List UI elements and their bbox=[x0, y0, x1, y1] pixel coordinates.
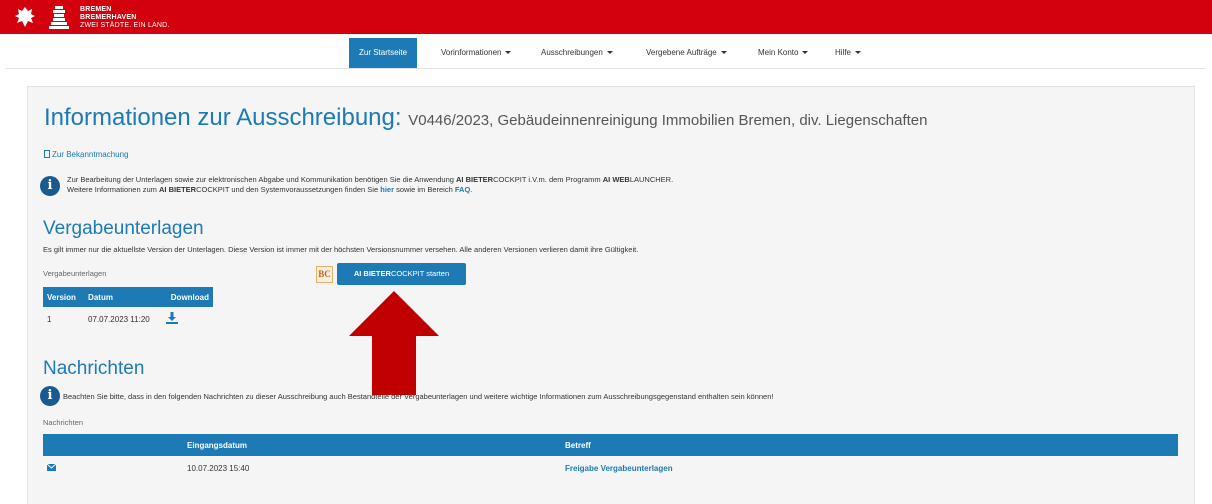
info-line-1-d: AI WEB bbox=[602, 175, 630, 184]
download-icon[interactable] bbox=[165, 312, 178, 324]
info-line-1-a: Zur Bearbeitung der Unterlagen sowie zur… bbox=[67, 175, 457, 184]
bekanntmachung-link-label: Zur Bekanntmachung bbox=[52, 150, 129, 159]
col-icon bbox=[43, 434, 183, 456]
page-title-main: Informationen zur Ausschreibung: bbox=[44, 104, 402, 131]
info-line-2-a: Weitere Informationen zum bbox=[67, 185, 159, 194]
info-line-1-b: AI BIETER bbox=[456, 175, 494, 184]
nachrichten-table-caption: Nachrichten bbox=[43, 418, 84, 427]
chevron-down-icon bbox=[802, 51, 809, 55]
brand-tagline: ZWEI STÄDTE. EIN LAND. bbox=[80, 22, 170, 29]
info-line-1: Zur Bearbeitung der Unterlagen sowie zur… bbox=[67, 175, 673, 185]
nav-divider bbox=[6, 68, 1206, 69]
chevron-down-icon bbox=[505, 51, 512, 55]
info-line-2-e: . bbox=[470, 185, 473, 194]
nachrichten-table-header: Eingangsdatum Betreff bbox=[43, 434, 1178, 456]
chevron-down-icon bbox=[720, 51, 727, 55]
vergabe-table-header: Version Datum Download bbox=[43, 287, 213, 307]
vergabe-table-caption: Vergabeunterlagen bbox=[43, 269, 107, 278]
page-title-subtitle: V0446/2023, Gebäudeinnenreinigung Immobi… bbox=[408, 112, 928, 129]
cell-betreff: Freigabe Vergabeunterlagen bbox=[561, 456, 1178, 480]
chevron-down-icon bbox=[855, 51, 862, 55]
start-button-prefix: AI BIETER bbox=[353, 269, 391, 278]
bieter-cockpit-logo: BC bbox=[316, 266, 333, 283]
cell-download bbox=[162, 307, 213, 331]
start-button-suffix: COCKPIT starten bbox=[390, 269, 450, 278]
info-line-1-e: LAUNCHER. bbox=[629, 175, 674, 184]
main-navigation: Zur Startseite Vorinformationen Ausschre… bbox=[0, 34, 1212, 68]
nav-hilfe-label: Hilfe bbox=[835, 48, 852, 57]
cell-version: 1 bbox=[47, 314, 52, 324]
nav-vergebene-auftraege[interactable]: Vergebene Aufträge bbox=[646, 39, 727, 67]
faq-link[interactable]: FAQ bbox=[455, 185, 470, 194]
nav-vorinformationen-label: Vorinformationen bbox=[441, 48, 502, 57]
hier-link[interactable]: hier bbox=[380, 185, 394, 194]
info-line-2-b: AI BIETER bbox=[159, 185, 197, 194]
envelope-icon bbox=[46, 463, 57, 471]
page-title: Informationen zur Ausschreibung: V0446/2… bbox=[44, 104, 927, 132]
table-row[interactable]: 10.07.2023 15:40 Freigabe Vergabeunterla… bbox=[43, 456, 1178, 480]
info-line-2-c: COCKPIT und den Systemvoraussetzungen fi… bbox=[196, 185, 381, 194]
annotation-arrow-up-icon bbox=[349, 291, 439, 395]
table-row: 1 07.07.2023 11:20 bbox=[43, 307, 213, 331]
nav-vorinformationen[interactable]: Vorinformationen bbox=[441, 39, 512, 67]
col-download: Download bbox=[161, 287, 213, 307]
col-eingangsdatum: Eingangsdatum bbox=[183, 434, 561, 456]
brand-text: BREMEN BREMERHAVEN ZWEI STÄDTE. EIN LAND… bbox=[80, 6, 170, 30]
brand-line1: BREMEN bbox=[80, 6, 112, 13]
brand-line2: BREMERHAVEN bbox=[80, 14, 137, 21]
nachrichten-heading: Nachrichten bbox=[43, 358, 145, 379]
nav-home[interactable]: Zur Startseite bbox=[349, 38, 418, 68]
vergabe-note: Es gilt immer nur die aktuellste Version… bbox=[43, 245, 639, 254]
bremen-crest-icon bbox=[15, 7, 35, 27]
nav-ausschreibungen[interactable]: Ausschreibungen bbox=[541, 39, 613, 67]
nav-hilfe[interactable]: Hilfe bbox=[835, 39, 862, 67]
cell-envelope bbox=[43, 456, 183, 480]
nav-mein-konto-label: Mein Konto bbox=[758, 48, 799, 57]
info-line-2: Weitere Informationen zum AI BIETERCOCKP… bbox=[67, 185, 673, 195]
nachrichten-table: Eingangsdatum Betreff 10.07.2023 15:40 F… bbox=[43, 434, 1178, 480]
vergabe-table: Version Datum Download 1 07.07.2023 11:2… bbox=[43, 287, 213, 331]
chevron-down-icon bbox=[606, 51, 613, 55]
bremen-key-icon bbox=[49, 6, 69, 29]
brand-bar: BREMEN BREMERHAVEN ZWEI STÄDTE. EIN LAND… bbox=[0, 0, 1212, 34]
info-icon: i bbox=[40, 176, 60, 196]
info-line-2-d: sowie im Bereich bbox=[394, 185, 455, 194]
nav-vergebene-auftraege-label: Vergebene Aufträge bbox=[646, 48, 717, 57]
nachrichten-notice: Beachten Sie bitte, dass in den folgende… bbox=[63, 392, 774, 401]
info-text: Zur Bearbeitung der Unterlagen sowie zur… bbox=[67, 175, 673, 195]
nav-mein-konto[interactable]: Mein Konto bbox=[758, 39, 809, 67]
cell-eingangsdatum: 10.07.2023 15:40 bbox=[187, 463, 250, 473]
document-icon bbox=[44, 150, 50, 158]
bekanntmachung-link[interactable]: Zur Bekanntmachung bbox=[44, 150, 129, 159]
info-line-1-c: COCKPIT i.V.m. dem Programm bbox=[493, 175, 603, 184]
vergabe-heading: Vergabeunterlagen bbox=[43, 218, 204, 239]
col-datum: Datum bbox=[84, 287, 162, 307]
nav-home-label: Zur Startseite bbox=[359, 48, 408, 57]
col-version: Version bbox=[43, 287, 85, 307]
start-bieter-cockpit-button[interactable]: AI BIETERCOCKPIT starten bbox=[337, 263, 466, 285]
cell-datum: 07.07.2023 11:20 bbox=[88, 314, 150, 324]
info-icon: i bbox=[40, 386, 60, 406]
nav-ausschreibungen-label: Ausschreibungen bbox=[541, 48, 603, 57]
col-betreff: Betreff bbox=[561, 434, 1178, 456]
betreff-link[interactable]: Freigabe Vergabeunterlagen bbox=[565, 464, 673, 473]
